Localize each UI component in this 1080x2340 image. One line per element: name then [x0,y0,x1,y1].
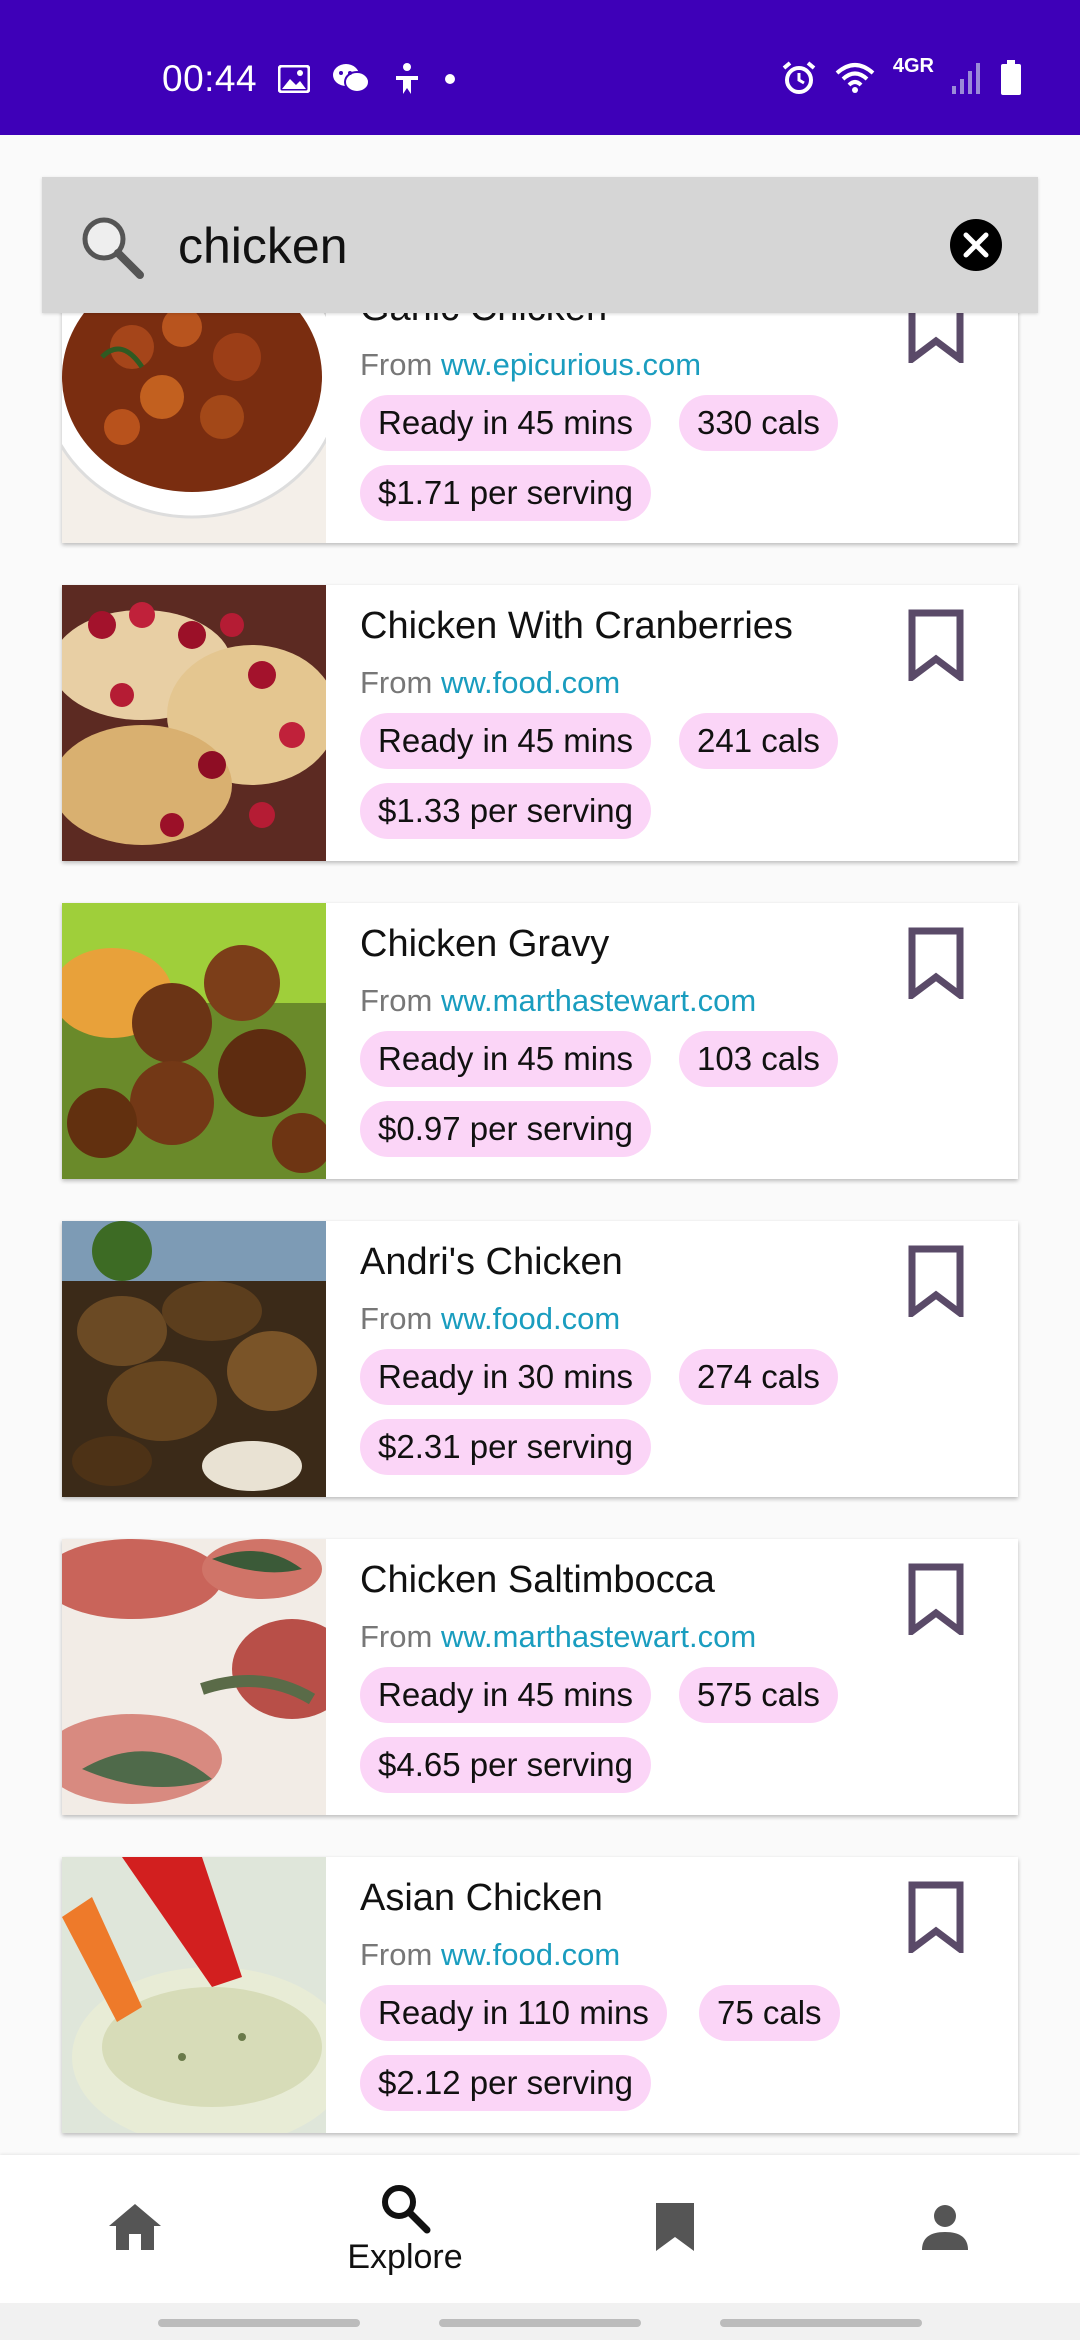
bookmark-icon[interactable] [904,1881,968,1953]
recipe-source: From ww.epicurious.com [360,347,701,383]
nav-home[interactable] [0,2155,270,2303]
calories-chip: 75 cals [699,1985,840,2041]
bookmark-icon[interactable] [904,927,968,999]
recipe-source: From ww.marthastewart.com [360,983,756,1019]
wechat-icon [333,64,370,93]
source-prefix: From [360,1301,433,1336]
status-left-icons [278,62,456,96]
bookmark-icon[interactable] [904,609,968,681]
recipe-card[interactable]: Chicken Saltimbocca From ww.marthastewar… [62,1539,1018,1815]
price-chip: $1.71 per serving [360,465,651,521]
calories-chip: 274 cals [679,1349,838,1405]
source-link[interactable]: ww.marthastewart.com [441,983,756,1018]
network-type: 4GR [892,54,934,77]
price-chip: $1.33 per serving [360,783,651,839]
calories-chip: 330 cals [679,395,838,451]
home-gesture[interactable] [439,2319,641,2327]
source-prefix: From [360,1937,433,1972]
clear-search-button[interactable] [950,219,1002,271]
recents-gesture[interactable] [158,2319,360,2327]
signal-icon [952,63,980,94]
recipe-source: From ww.food.com [360,1301,620,1337]
battery-icon [1001,60,1021,95]
bookmark-icon[interactable] [904,1245,968,1317]
recipe-image [62,1857,326,2133]
source-link[interactable]: ww.epicurious.com [441,347,701,382]
close-icon [963,232,989,258]
source-prefix: From [360,347,433,382]
calories-chip: 575 cals [679,1667,838,1723]
wifi-icon [835,63,875,93]
source-link[interactable]: ww.food.com [441,665,620,700]
back-gesture[interactable] [720,2319,922,2327]
recipe-source: From ww.food.com [360,1937,620,1973]
search-bar[interactable]: chicken [42,177,1038,313]
system-gesture-bar [0,2303,1080,2340]
status-right-icons: 4GR [781,55,1022,96]
recipe-image [62,1221,326,1497]
nav-explore-label: Explore [347,2237,463,2276]
nav-saved[interactable] [540,2155,810,2303]
ready-time-chip: Ready in 45 mins [360,1031,651,1087]
search-icon [382,2184,431,2233]
source-link[interactable]: ww.marthastewart.com [441,1619,756,1654]
dot-icon [445,74,455,84]
price-chip: $0.97 per serving [360,1101,651,1157]
recipe-source: From ww.food.com [360,665,620,701]
recipe-title[interactable]: Asian Chicken [360,1877,603,1920]
recipe-image [62,585,326,861]
recipe-card[interactable]: Asian Chicken From ww.food.com Ready in … [62,1857,1018,2133]
recipe-card[interactable]: Chicken Gravy From ww.marthastewart.com … [62,903,1018,1179]
recipe-title[interactable]: Chicken Saltimbocca [360,1559,715,1602]
bottom-navigation: Explore [0,2155,1080,2303]
person-icon [922,2205,968,2250]
calories-chip: 241 cals [679,713,838,769]
calories-chip: 103 cals [679,1031,838,1087]
recipe-card[interactable]: Chicken With Cranberries From ww.food.co… [62,585,1018,861]
recipe-title[interactable]: Andri's Chicken [360,1241,623,1284]
ready-time-chip: Ready in 110 mins [360,1985,667,2041]
price-chip: $4.65 per serving [360,1737,651,1793]
recipe-card[interactable]: Andri's Chicken From ww.food.com Ready i… [62,1221,1018,1497]
ready-time-chip: Ready in 45 mins [360,395,651,451]
recipe-title[interactable]: Chicken Gravy [360,923,609,966]
recipe-title[interactable]: Chicken With Cranberries [360,605,793,648]
status-bar: 00:44 4GR [0,0,1080,135]
alarm-icon [782,61,816,94]
recipe-image [62,903,326,1179]
source-link[interactable]: ww.food.com [441,1937,620,1972]
nav-profile[interactable] [810,2155,1080,2303]
source-prefix: From [360,665,433,700]
bookmark-icon[interactable] [904,1563,968,1635]
status-time: 00:44 [162,58,258,99]
ready-time-chip: Ready in 30 mins [360,1349,651,1405]
gallery-icon [278,65,310,93]
ready-time-chip: Ready in 45 mins [360,713,651,769]
accessibility-icon [396,63,418,94]
price-chip: $2.31 per serving [360,1419,651,1475]
source-prefix: From [360,1619,433,1654]
nav-explore[interactable]: Explore [270,2155,540,2303]
recipe-list-area[interactable]: chicken Garlic Chicken From ww.epicuriou… [0,135,1080,2155]
source-link[interactable]: ww.food.com [441,1301,620,1336]
ready-time-chip: Ready in 45 mins [360,1667,651,1723]
bookmark-icon [656,2203,694,2251]
price-chip: $2.12 per serving [360,2055,651,2111]
home-icon [109,2204,161,2250]
source-prefix: From [360,983,433,1018]
recipe-source: From ww.marthastewart.com [360,1619,756,1655]
search-input[interactable]: chicken [178,217,348,275]
search-icon [82,217,144,279]
recipe-image [62,1539,326,1815]
